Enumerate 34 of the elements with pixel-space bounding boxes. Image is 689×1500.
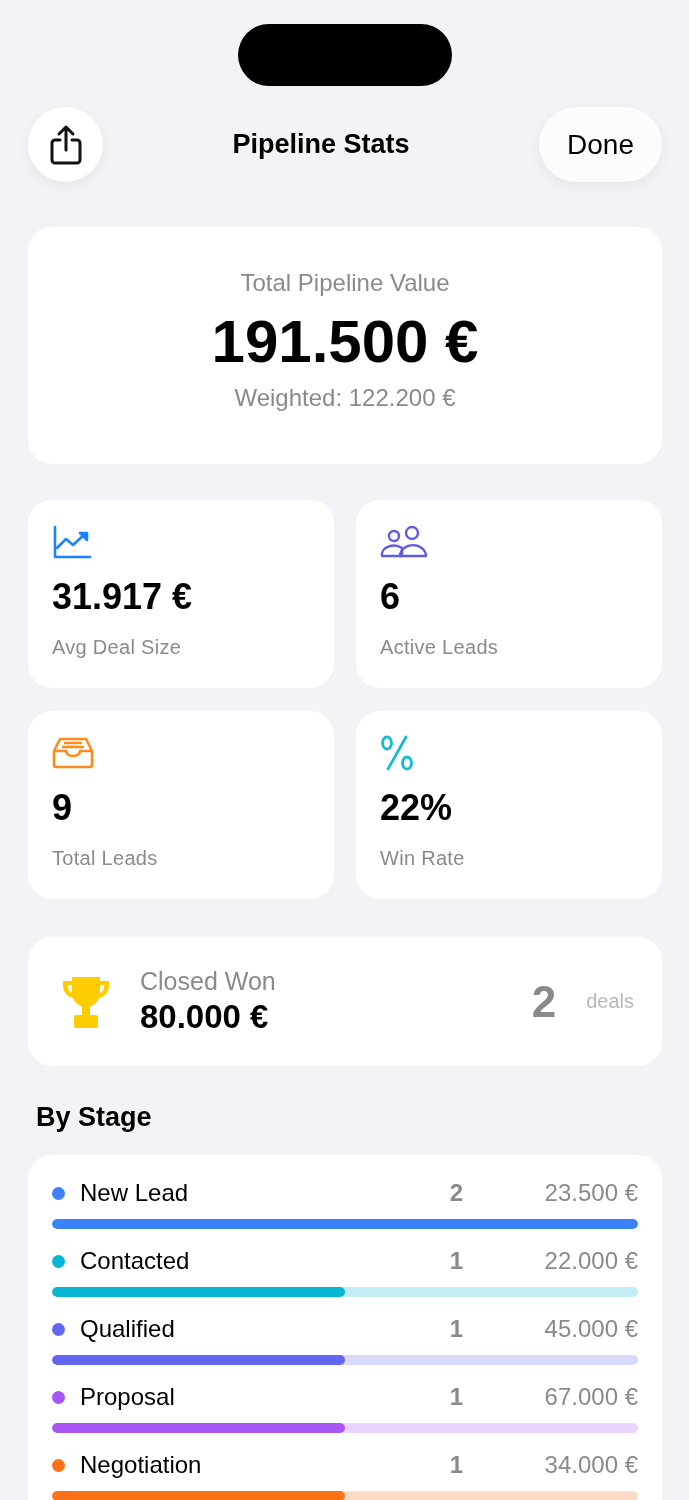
total-value: 191.500 €	[211, 307, 479, 376]
stage-count: 1	[448, 1315, 463, 1343]
stat-label: Win Rate	[380, 847, 465, 870]
stat-value: 31.917 €	[52, 576, 193, 618]
section-title: By Stage	[36, 1102, 153, 1133]
stage-name: Negotiation	[80, 1451, 203, 1479]
stage-count: 1	[448, 1383, 463, 1411]
stage-name: Contacted	[80, 1247, 191, 1275]
weighted-value: Weighted: 122.200 €	[234, 384, 456, 412]
trophy-icon	[60, 974, 112, 1029]
deal-unit: deals	[586, 990, 634, 1013]
stat-label: Active Leads	[380, 636, 499, 659]
screen-title: Pipeline Stats	[232, 129, 410, 160]
deal-count: 2	[531, 976, 557, 1027]
stage-amount: 67.000 €	[543, 1383, 638, 1411]
stage-amount: 23.500 €	[543, 1179, 638, 1207]
stage-name: Proposal	[80, 1383, 176, 1411]
stat-value: 22%	[380, 787, 453, 829]
summary-label: Total Pipeline Value	[240, 269, 450, 297]
stage-count: 1	[448, 1451, 463, 1479]
closed-won-label: Closed Won	[140, 967, 277, 996]
stat-label: Avg Deal Size	[52, 636, 182, 659]
stage-name: Qualified	[80, 1315, 176, 1343]
stage-count: 1	[448, 1247, 463, 1275]
stat-value: 9	[52, 787, 73, 829]
stage-count: 2	[448, 1179, 463, 1207]
stage-amount: 22.000 €	[543, 1247, 638, 1275]
done-button[interactable]: Done	[539, 107, 662, 182]
stage-amount: 34.000 €	[543, 1451, 638, 1479]
stat-label: Total Leads	[52, 847, 158, 870]
stage-name: New Lead	[80, 1179, 190, 1207]
stage-amount: 45.000 €	[543, 1315, 638, 1343]
closed-won-value: 80.000 €	[140, 998, 270, 1036]
stat-value: 6	[380, 576, 401, 618]
